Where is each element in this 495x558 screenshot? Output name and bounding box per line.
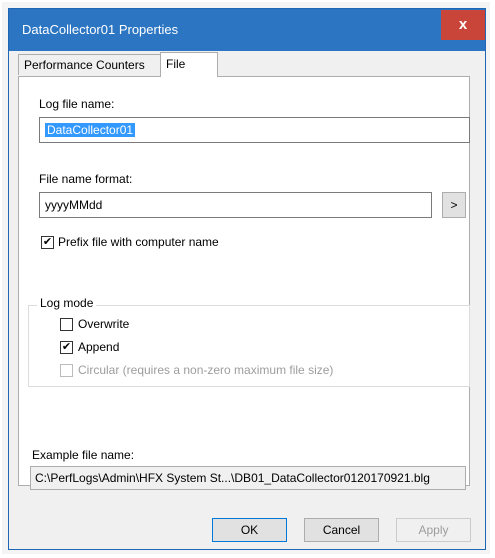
- circular-label: Circular (requires a non-zero maximum fi…: [78, 363, 334, 377]
- example-file-name-label: Example file name:: [32, 448, 135, 462]
- cancel-button[interactable]: Cancel: [304, 518, 379, 542]
- close-icon: x: [458, 16, 468, 33]
- ok-button[interactable]: OK: [212, 518, 287, 542]
- append-checkbox[interactable]: ✔: [60, 341, 73, 354]
- close-button[interactable]: x: [441, 10, 485, 40]
- file-name-format-label: File name format:: [39, 172, 133, 186]
- log-file-name-selected-text: DataCollector01: [45, 123, 136, 137]
- title-bar[interactable]: DataCollector01 Properties x: [9, 9, 485, 51]
- overwrite-checkbox[interactable]: [60, 318, 73, 331]
- overwrite-label: Overwrite: [78, 317, 130, 331]
- file-name-format-input[interactable]: yyyyMMdd: [39, 192, 432, 218]
- tab-performance-counters[interactable]: Performance Counters: [18, 54, 161, 75]
- checkmark-icon: ✔: [61, 341, 72, 353]
- log-file-name-label: Log file name:: [39, 97, 115, 111]
- prefix-checkbox[interactable]: ✔: [41, 236, 54, 249]
- circular-checkbox: [60, 364, 73, 377]
- checkmark-icon: ✔: [42, 236, 53, 248]
- apply-button: Apply: [396, 518, 471, 542]
- format-insert-button[interactable]: >: [442, 192, 466, 218]
- log-file-name-input[interactable]: DataCollector01: [39, 117, 470, 143]
- append-label: Append: [78, 340, 120, 354]
- example-file-name-value: C:\PerfLogs\Admin\HFX System St...\DB01_…: [30, 466, 466, 490]
- tab-file[interactable]: File: [160, 52, 218, 77]
- log-mode-title: Log mode: [37, 296, 97, 310]
- prefix-checkbox-label: Prefix file with computer name: [58, 235, 219, 249]
- dialog-title: DataCollector01 Properties: [22, 22, 179, 37]
